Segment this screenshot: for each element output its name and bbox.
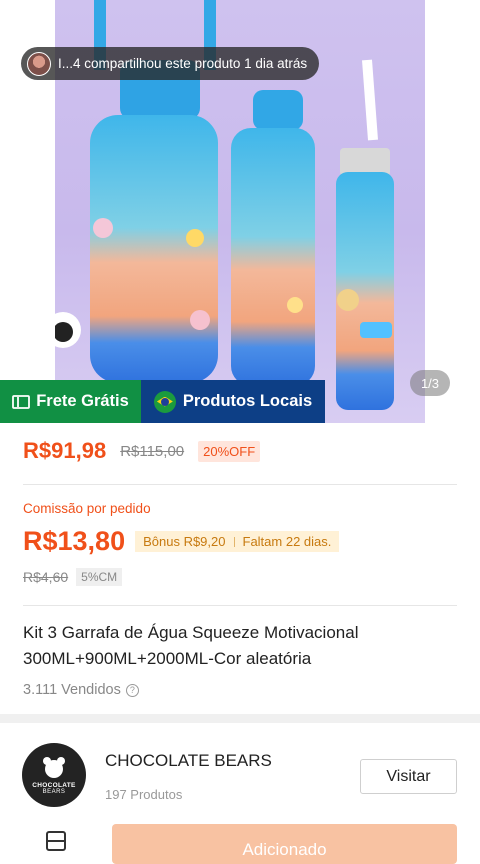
local-products-label: Produtos Locais bbox=[182, 392, 313, 410]
brazil-flag-icon bbox=[153, 390, 176, 413]
image-counter: 1/3 bbox=[410, 370, 450, 396]
bear-icon bbox=[40, 756, 68, 780]
logo-text-top: CHOCOLATE bbox=[32, 781, 76, 789]
product-image-carousel[interactable]: I...4 compartilhou este produto 1 dia at… bbox=[0, 0, 480, 423]
commission-value: R$13,80 bbox=[23, 526, 126, 556]
info-icon[interactable]: ? bbox=[125, 683, 139, 697]
divider bbox=[23, 605, 457, 606]
badge-row: Frete Grátis Produtos Locais bbox=[0, 380, 325, 423]
sold-count: 3.111 Vendidos ? bbox=[23, 682, 139, 698]
local-products-badge: Produtos Locais bbox=[141, 380, 325, 423]
free-shipping-label: Frete Grátis bbox=[36, 392, 129, 410]
shop-product-count: 197 Produtos bbox=[105, 787, 183, 802]
bonus-tag: Bônus R$9,20 Faltam 22 dias. bbox=[135, 531, 340, 552]
product-title: Kit 3 Garrafa de Água Squeeze Motivacion… bbox=[23, 623, 359, 668]
section-separator bbox=[0, 714, 480, 723]
price-row: R$91,98 R$115,00 20%OFF bbox=[23, 438, 261, 464]
bonus-separator bbox=[233, 536, 235, 547]
logo-text-bottom: BEARS bbox=[42, 788, 66, 795]
commission-row: R$13,80 Bônus R$9,20 Faltam 22 dias. bbox=[23, 526, 340, 557]
free-shipping-badge: Frete Grátis bbox=[0, 380, 141, 423]
bonus-amount: Bônus R$9,20 bbox=[143, 534, 226, 549]
share-notification-pill: I...4 compartilhou este produto 1 dia at… bbox=[21, 47, 320, 80]
discount-badge: 20%OFF bbox=[198, 440, 261, 462]
original-price: R$115,00 bbox=[120, 442, 185, 460]
old-commission-row: R$4,60 5%CM bbox=[23, 568, 123, 586]
current-price: R$91,98 bbox=[23, 438, 107, 463]
shop-icon[interactable] bbox=[46, 831, 66, 851]
visit-shop-button[interactable]: Visitar bbox=[360, 759, 457, 794]
sharer-avatar bbox=[27, 51, 51, 76]
commission-percent-badge: 5%CM bbox=[76, 568, 123, 586]
add-button[interactable]: Adicionado bbox=[112, 824, 457, 864]
divider bbox=[23, 484, 457, 485]
shop-logo[interactable]: CHOCOLATE BEARS bbox=[22, 743, 86, 807]
shop-name[interactable]: CHOCOLATE BEARS bbox=[105, 751, 272, 771]
share-text: I...4 compartilhou este produto 1 dia at… bbox=[58, 56, 308, 71]
ticket-icon bbox=[12, 394, 31, 409]
sold-count-text: 3.111 Vendidos bbox=[23, 682, 121, 698]
old-commission-value: R$4,60 bbox=[23, 569, 69, 585]
commission-label: Comissão por pedido bbox=[23, 501, 151, 516]
bonus-remaining: Faltam 22 dias. bbox=[242, 534, 332, 549]
